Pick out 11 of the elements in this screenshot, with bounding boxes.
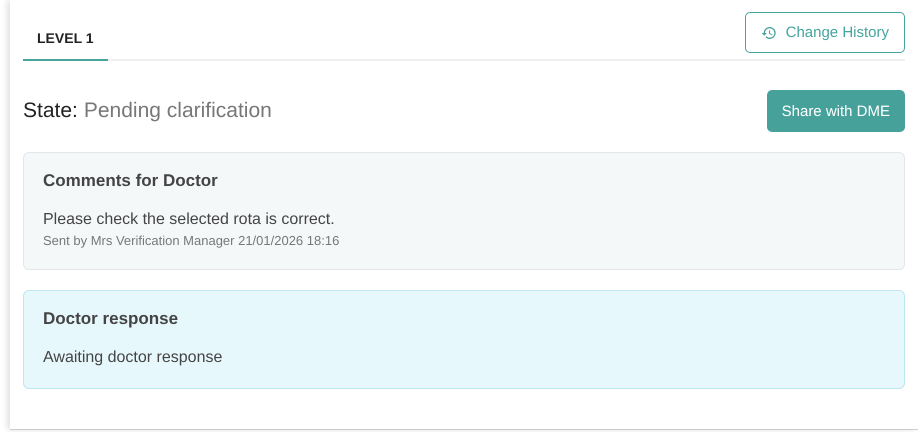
panel-text: Please check the selected rota is correct.: [43, 211, 336, 229]
history-icon: [760, 24, 777, 40]
panel-title: Doctor response: [43, 309, 180, 329]
change-history-button[interactable]: Change History: [744, 12, 905, 53]
tab[interactable]: LEVEL 1: [23, 22, 108, 61]
sent-by-text: Sent by Mrs Verification Manager 21/01/2026 18:16: [43, 233, 340, 248]
share-button[interactable]: Share with DME: [766, 90, 905, 132]
panel-text: Awaiting doctor response: [43, 349, 224, 367]
state-value: Pending clarification: [84, 99, 272, 123]
panel-title: Comments for Doctor: [43, 171, 219, 191]
state-label: State:: [23, 99, 78, 123]
